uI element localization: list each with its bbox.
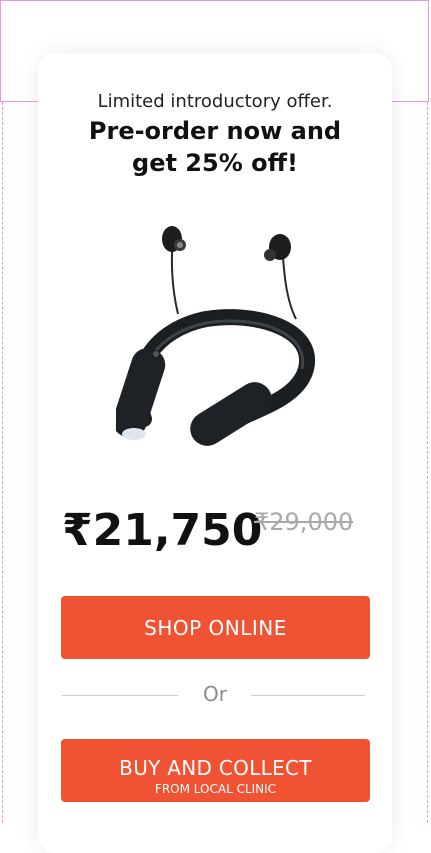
shop-online-button[interactable]: SHOP ONLINE [61, 596, 370, 659]
buy-and-collect-label: BUY AND COLLECT [119, 755, 312, 780]
current-price: ₹21,750 [62, 505, 263, 556]
offer-kicker: Limited introductory offer. [97, 91, 333, 112]
original-price: ₹29,000 [254, 508, 354, 536]
neckband-earphones-image [116, 226, 316, 446]
buy-and-collect-button[interactable]: BUY AND COLLECT FROM LOCAL CLINIC [61, 739, 370, 802]
buy-and-collect-sublabel: FROM LOCAL CLINIC [154, 781, 277, 796]
divider-right [251, 695, 365, 696]
headline-line-1: Pre-order now and [88, 117, 342, 145]
product-offer-card: Limited introductory offer. Pre-order no… [38, 53, 392, 853]
layout-guide-right [427, 102, 428, 823]
offer-headline: Pre-order now and get 25% off! [38, 115, 392, 179]
headline-line-2: get 25% off! [132, 149, 298, 177]
or-separator: Or [203, 682, 227, 706]
layout-guide-left [2, 102, 3, 823]
